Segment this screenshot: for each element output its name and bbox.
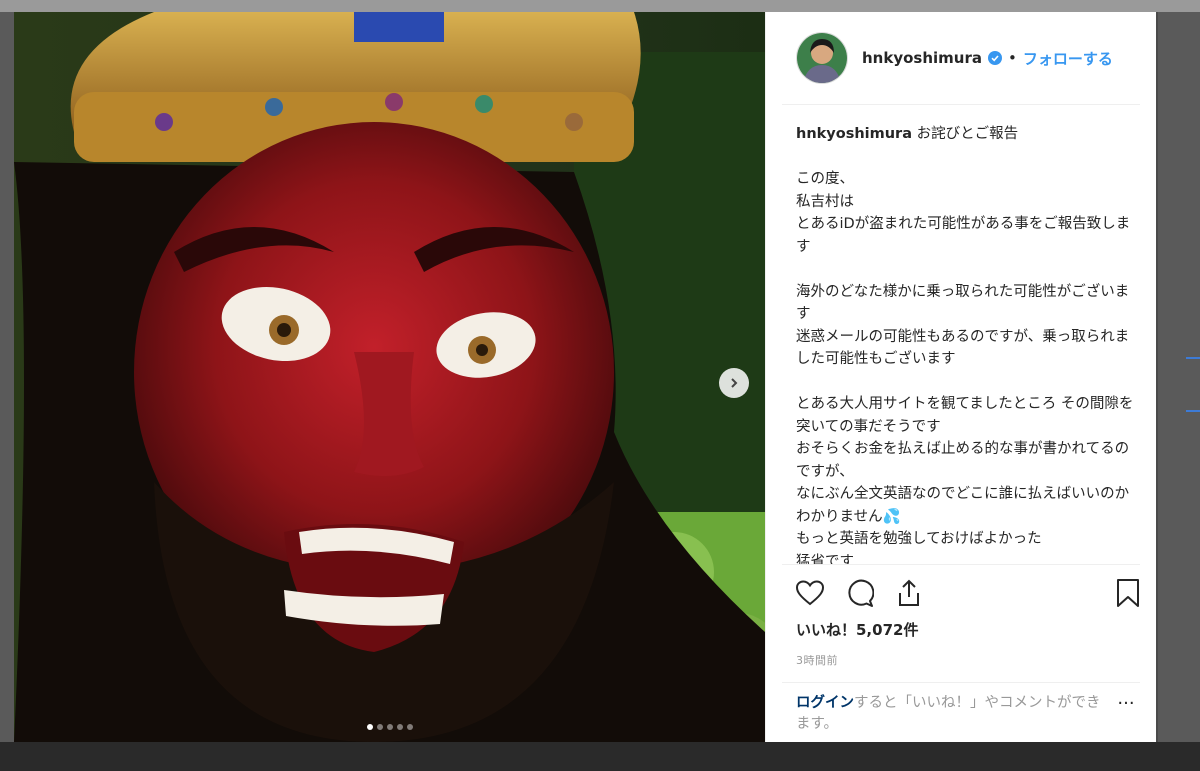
carousel-dot	[406, 724, 413, 730]
carousel-dot	[386, 724, 393, 730]
post-sidebar: hnkyoshimura • フォローする hnkyoshimura お詫びとご…	[765, 12, 1156, 742]
chevron-right-icon	[728, 377, 740, 389]
header-separator: •	[1008, 49, 1017, 67]
avatar[interactable]	[796, 32, 848, 84]
carousel-indicators	[14, 724, 765, 730]
share-button[interactable]	[896, 577, 932, 613]
login-link[interactable]: ログイン	[796, 695, 854, 711]
more-options-button[interactable]: ···	[1112, 693, 1140, 715]
backdrop-top-strip	[0, 0, 1200, 12]
username[interactable]: hnkyoshimura	[862, 49, 982, 67]
login-prompt: ログインすると「いいね！」やコメントができます。 ···	[782, 682, 1140, 742]
more-icon: ···	[1117, 693, 1135, 714]
next-slide-button[interactable]	[719, 368, 749, 398]
backdrop-bottom-bar	[0, 742, 1200, 771]
backdrop-accent-line	[1186, 357, 1200, 359]
backdrop-accent-line	[1186, 410, 1200, 412]
caption-text: お詫びとご報告 この度、 私吉村は とあるiDが盗まれた可能性がある事をご報告致…	[796, 126, 1134, 564]
post-media[interactable]	[14, 12, 765, 742]
login-prompt-text: ログインすると「いいね！」やコメントができます。	[796, 693, 1112, 735]
post-modal: hnkyoshimura • フォローする hnkyoshimura お詫びとご…	[14, 12, 1156, 742]
heart-icon	[795, 580, 825, 610]
like-button[interactable]	[795, 577, 832, 613]
backdrop-right-edge	[1158, 12, 1200, 742]
caption-username[interactable]: hnkyoshimura	[796, 126, 912, 142]
comment-icon	[846, 579, 875, 611]
comment-button[interactable]	[846, 577, 882, 613]
bookmark-icon	[1116, 578, 1140, 612]
carousel-dot	[396, 724, 403, 730]
save-button[interactable]	[1104, 577, 1140, 613]
post-photo	[14, 12, 765, 742]
verified-icon	[988, 51, 1002, 65]
share-icon	[896, 579, 922, 611]
like-count[interactable]: いいね！5,072件	[796, 619, 1140, 640]
post-timestamp[interactable]: 3時間前	[796, 652, 1140, 668]
follow-button[interactable]: フォローする	[1023, 48, 1113, 69]
action-bar	[795, 575, 1140, 615]
post-header: hnkyoshimura • フォローする	[782, 12, 1140, 105]
carousel-dot	[366, 724, 373, 730]
post-caption: hnkyoshimura お詫びとご報告 この度、 私吉村は とあるiDが盗まれ…	[766, 105, 1156, 564]
post-actions-area: いいね！5,072件 3時間前	[782, 564, 1140, 668]
carousel-dot	[376, 724, 383, 730]
backdrop-left-edge	[0, 12, 14, 742]
